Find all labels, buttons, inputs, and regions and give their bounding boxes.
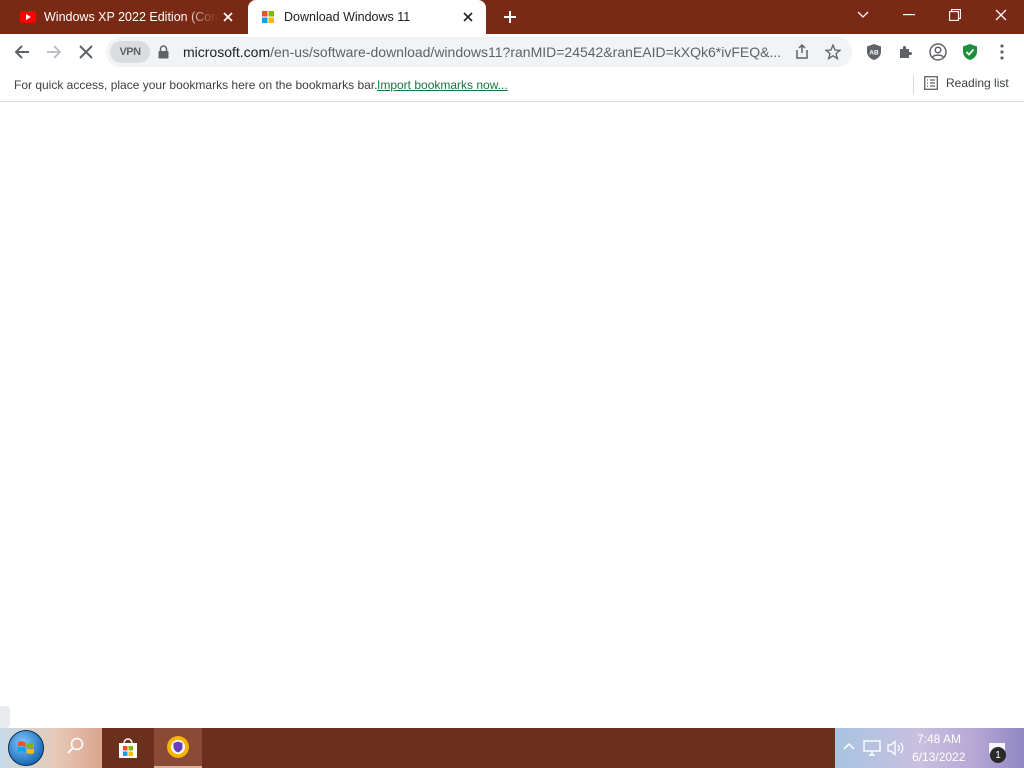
menu-button[interactable] — [988, 38, 1016, 66]
close-window-button[interactable] — [978, 0, 1024, 30]
minimize-icon — [903, 14, 915, 16]
bookmarks-prompt: For quick access, place your bookmarks h… — [14, 78, 378, 92]
taskbar: 7:48 AM 6/13/2022 1 — [0, 728, 1024, 768]
url-text[interactable]: microsoft.com/en-us/software-download/wi… — [183, 44, 783, 60]
windows-logo-icon — [18, 741, 34, 754]
clock-time[interactable]: 7:48 AM — [917, 732, 961, 746]
taskbar-browser-button[interactable] — [154, 728, 202, 768]
bookmark-star-icon[interactable] — [823, 42, 843, 62]
microsoft-icon — [260, 9, 276, 25]
address-bar[interactable]: VPN microsoft.com/en-us/software-downloa… — [106, 37, 852, 67]
restore-icon — [949, 9, 961, 21]
search-icon — [67, 737, 84, 754]
back-arrow-icon — [14, 45, 29, 59]
tab-search-button[interactable] — [840, 0, 886, 30]
svg-text:AB: AB — [869, 50, 879, 57]
search-button[interactable] — [66, 736, 86, 761]
adblock-extension-button[interactable]: AB — [860, 38, 888, 66]
microsoft-store-icon — [119, 738, 137, 758]
profile-button[interactable] — [924, 38, 952, 66]
forward-button[interactable] — [40, 38, 68, 66]
profile-icon — [929, 43, 947, 61]
page-content[interactable] — [0, 103, 1024, 728]
close-tab-icon[interactable] — [458, 7, 478, 27]
tab-strip: Windows XP 2022 Edition (Concept) Downlo… — [0, 0, 1024, 34]
tab-title: Windows XP 2022 Edition (Concept) — [44, 10, 218, 24]
security-extension-button[interactable] — [956, 38, 984, 66]
clock-date[interactable]: 6/13/2022 — [912, 750, 965, 764]
url-host: microsoft.com — [183, 44, 271, 60]
stop-loading-button[interactable] — [72, 38, 100, 66]
tab-title: Download Windows 11 — [284, 10, 411, 24]
chevron-down-icon — [857, 11, 869, 18]
adblock-shield-icon: AB — [867, 44, 881, 60]
plus-icon — [504, 11, 516, 23]
volume-icon[interactable] — [887, 740, 905, 756]
browser-toolbar: VPN microsoft.com/en-us/software-downloa… — [0, 34, 1024, 70]
divider — [913, 75, 914, 95]
network-icon[interactable] — [863, 740, 881, 756]
vpn-button[interactable]: VPN — [110, 41, 150, 63]
reading-list-button[interactable]: Reading list — [924, 76, 1009, 90]
tab-youtube[interactable]: Windows XP 2022 Edition (Concept) — [8, 0, 246, 34]
extensions-button[interactable] — [892, 38, 920, 66]
tab-download-windows[interactable]: Download Windows 11 — [248, 0, 486, 34]
import-bookmarks-link[interactable]: Import bookmarks now... — [377, 78, 508, 92]
side-panel-handle[interactable] — [0, 706, 10, 728]
minimize-button[interactable] — [886, 0, 932, 30]
close-tab-icon[interactable] — [218, 7, 238, 27]
reading-list-label: Reading list — [946, 76, 1009, 90]
forward-arrow-icon — [47, 45, 62, 59]
reading-list-icon — [924, 76, 938, 90]
stop-icon — [79, 45, 93, 59]
restore-button[interactable] — [932, 0, 978, 30]
kebab-menu-icon — [1000, 44, 1004, 60]
close-icon — [995, 9, 1007, 21]
taskbar-store-button[interactable] — [104, 728, 152, 768]
browser-icon — [167, 736, 189, 758]
new-tab-button[interactable] — [498, 5, 522, 29]
youtube-icon — [20, 9, 36, 25]
back-button[interactable] — [8, 38, 36, 66]
lock-icon[interactable] — [158, 45, 169, 64]
green-shield-icon — [963, 44, 977, 60]
puzzle-icon — [900, 46, 912, 58]
notification-badge: 1 — [990, 747, 1006, 763]
url-path: /en-us/software-download/windows11?ranMI… — [270, 44, 782, 60]
share-icon[interactable] — [792, 42, 812, 62]
chevron-up-icon[interactable] — [843, 742, 855, 750]
start-button[interactable] — [8, 730, 44, 766]
bookmarks-bar: For quick access, place your bookmarks h… — [0, 70, 1024, 102]
